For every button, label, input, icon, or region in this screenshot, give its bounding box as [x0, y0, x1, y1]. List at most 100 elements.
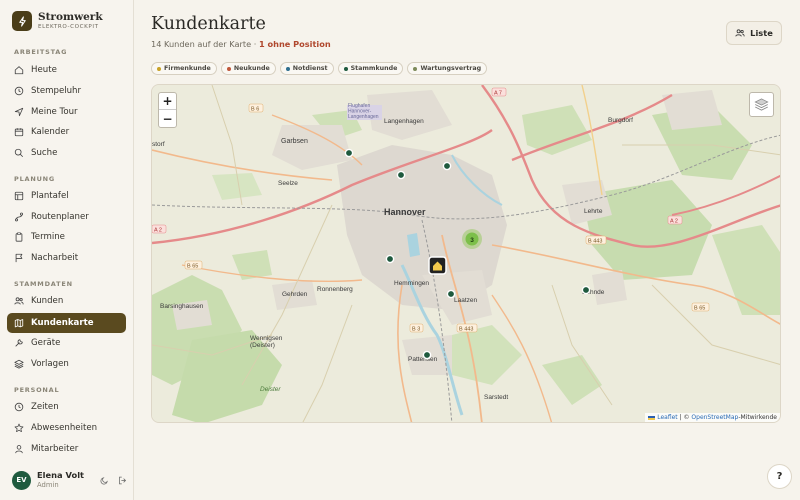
road-label-a7: A 7 — [494, 91, 502, 97]
calendar-icon — [14, 128, 24, 137]
sidebar-item-label: Heute — [31, 65, 57, 75]
sidebar-item-label: Meine Tour — [31, 107, 78, 117]
section-label-stammdaten: STAMMDATEN — [14, 280, 73, 288]
map-label-sarstedt: Sarstedt — [484, 394, 508, 401]
road-label-a2-east: A 2 — [670, 219, 678, 225]
map-label-hannover: Hannover — [384, 207, 426, 217]
road-label-b6: B 6 — [251, 107, 259, 113]
logout-icon[interactable] — [118, 476, 127, 485]
moon-icon[interactable] — [100, 476, 109, 485]
sidebar-item-label: Kundenkarte — [31, 318, 94, 328]
osm-link[interactable]: OpenStreetMap — [691, 414, 738, 421]
attribution-separator: | © — [677, 414, 692, 421]
legend-dot — [226, 66, 231, 71]
road-label-b443: B 443 — [588, 239, 602, 245]
route-icon — [15, 212, 23, 222]
help-button[interactable]: ? — [767, 464, 792, 489]
sidebar-item-mitarbeiter[interactable]: Mitarbeiter — [7, 439, 126, 459]
map-label-pattensen: Pattensen — [408, 356, 438, 363]
flag-icon — [15, 253, 23, 263]
road-label-b65-west: B 65 — [187, 264, 198, 270]
section-label-planung: PLANUNG — [14, 175, 56, 183]
customer-map[interactable]: Hannover Garbsen Langenhagen Burgdorf Se… — [151, 84, 781, 423]
search-icon — [14, 148, 24, 158]
sidebar-item-label: Geräte — [31, 338, 61, 348]
sidebar-item-meine-tour[interactable]: Meine Tour — [7, 102, 126, 122]
user-icon — [15, 445, 23, 454]
legend-dot — [157, 66, 161, 71]
customer-marker[interactable] — [396, 170, 406, 180]
zoom-in-button[interactable]: + — [159, 93, 176, 110]
sidebar-item-routenplaner[interactable]: Routenplaner — [7, 207, 126, 227]
sidebar: Stromwerk ELEKTRO-COCKPIT ARBEITSTAG Heu… — [0, 0, 134, 500]
lightning-icon — [12, 11, 32, 31]
customer-marker[interactable] — [344, 148, 354, 158]
sidebar-item-label: Suche — [31, 148, 58, 158]
home-base-marker[interactable] — [428, 256, 447, 275]
sidebar-item-label: Routenplaner — [31, 212, 89, 222]
board-icon — [14, 191, 24, 201]
legend-label: Stammkunde — [350, 65, 398, 72]
customer-marker[interactable] — [385, 254, 395, 264]
cluster-count: 3 — [470, 237, 474, 244]
users-icon — [14, 297, 24, 305]
legend-chip-neukunde[interactable]: Neukunde — [220, 62, 276, 75]
legend-label: Notdienst — [292, 65, 328, 72]
legend-chip-firmenkunde[interactable]: Firmenkunde — [151, 62, 217, 75]
user-name: Elena Volt — [37, 470, 85, 480]
map-label-barsinghausen: Barsinghausen — [160, 303, 204, 310]
legend-dot — [413, 66, 418, 71]
layers-button[interactable] — [749, 92, 774, 117]
layers-icon — [754, 98, 769, 111]
sidebar-item-abwesenheiten[interactable]: Abwesenheiten — [7, 418, 126, 438]
avatar[interactable]: EV — [12, 470, 31, 490]
customer-marker[interactable] — [422, 350, 432, 360]
sidebar-item-kundenkarte[interactable]: Kundenkarte — [7, 313, 126, 333]
sidebar-item-nacharbeit[interactable]: Nacharbeit — [7, 248, 126, 268]
legend-chip-stammkunde[interactable]: Stammkunde — [337, 62, 404, 75]
sidebar-item-geraete[interactable]: Geräte — [7, 333, 126, 353]
user-profile: EV Elena Volt Admin — [12, 470, 127, 490]
sidebar-item-vorlagen[interactable]: Vorlagen — [7, 354, 126, 374]
legend-chip-notdienst[interactable]: Notdienst — [279, 62, 334, 75]
legend: Firmenkunde Neukunde Notdienst Stammkund… — [151, 62, 488, 75]
map-label-garbsen: Garbsen — [281, 138, 308, 145]
map-icon — [14, 319, 24, 328]
sidebar-item-plantafel[interactable]: Plantafel — [7, 186, 126, 206]
legend-label: Firmenkunde — [164, 65, 211, 72]
list-button[interactable]: Liste — [726, 21, 782, 45]
sidebar-item-label: Termine — [31, 232, 65, 242]
legend-chip-wartungsvertrag[interactable]: Wartungsvertrag — [407, 62, 488, 75]
map-label-langenhagen: Langenhagen — [384, 118, 424, 125]
sidebar-item-heute[interactable]: Heute — [7, 60, 126, 80]
customer-marker[interactable] — [446, 289, 456, 299]
app-subtitle: ELEKTRO-COCKPIT — [38, 24, 99, 30]
map-tiles: Hannover Garbsen Langenhagen Burgdorf Se… — [152, 85, 780, 422]
flag-icon — [648, 415, 656, 420]
sidebar-item-termine[interactable]: Termine — [7, 227, 126, 247]
map-label-lehrte: Lehrte — [584, 208, 603, 215]
sidebar-item-kunden[interactable]: Kunden — [7, 291, 126, 311]
road-label-b443-south: B 443 — [459, 327, 473, 333]
sidebar-item-suche[interactable]: Suche — [7, 143, 126, 163]
sidebar-item-label: Mitarbeiter — [31, 444, 79, 454]
sidebar-item-kalender[interactable]: Kalender — [7, 122, 126, 142]
map-label-storf: storf — [152, 141, 165, 148]
legend-label: Wartungsvertrag — [420, 65, 482, 72]
sidebar-item-zeiten[interactable]: Zeiten — [7, 397, 126, 417]
leaflet-link[interactable]: Leaflet — [657, 414, 677, 421]
user-role: Admin — [37, 481, 59, 489]
missing-position-warning[interactable]: 1 ohne Position — [259, 39, 331, 49]
legend-label: Neukunde — [233, 65, 270, 72]
clipboard-icon — [15, 232, 23, 242]
map-label-burgdorf: Burgdorf — [608, 117, 633, 124]
map-label-seelze: Seelze — [278, 180, 298, 187]
layers-icon — [14, 359, 24, 369]
customer-marker[interactable] — [442, 161, 452, 171]
brand[interactable]: Stromwerk ELEKTRO-COCKPIT — [12, 11, 103, 31]
sidebar-item-stempeluhr[interactable]: Stempeluhr — [7, 81, 126, 101]
zoom-out-button[interactable]: − — [159, 110, 176, 127]
customer-marker[interactable] — [581, 285, 591, 295]
zoom-controls: + − — [158, 92, 177, 128]
legend-dot — [343, 66, 348, 71]
